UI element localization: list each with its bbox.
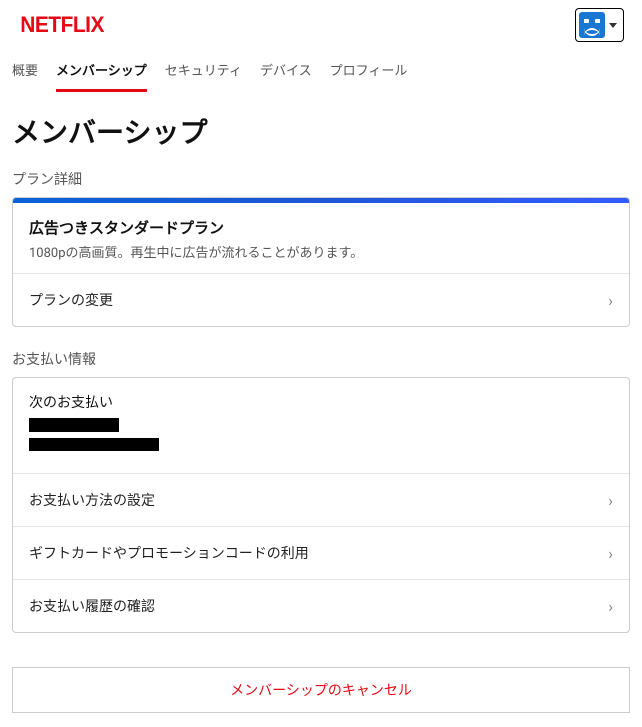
tab-overview[interactable]: 概要 — [12, 60, 38, 92]
plan-card: 広告つきスタンダードプラン 1080pの高画質。再生中に広告が流れることがありま… — [12, 197, 630, 327]
payment-history-label: お支払い履歴の確認 — [29, 596, 155, 616]
caret-down-icon — [609, 23, 617, 28]
payment-history-row[interactable]: お支払い履歴の確認 › — [13, 579, 629, 632]
plan-desc: 1080pの高画質。再生中に広告が流れることがあります。 — [29, 242, 613, 261]
change-plan-label: プランの変更 — [29, 290, 113, 310]
redacted-value — [29, 438, 159, 451]
manage-payment-row[interactable]: お支払い方法の設定 › — [13, 473, 629, 526]
plan-name: 広告つきスタンダードプラン — [29, 217, 613, 238]
cancel-section: メンバーシップのキャンセル — [0, 667, 642, 727]
tab-devices[interactable]: デバイス — [260, 60, 312, 92]
manage-payment-label: お支払い方法の設定 — [29, 490, 155, 510]
chevron-right-icon: › — [608, 544, 613, 563]
nav-tabs: 概要 メンバーシップ セキュリティ デバイス プロフィール — [0, 48, 642, 93]
gift-promo-label: ギフトカードやプロモーションコードの利用 — [29, 543, 309, 563]
main-content: メンバーシップ プラン詳細 広告つきスタンダードプラン 1080pの高画質。再生… — [0, 93, 642, 667]
payment-section-label: お支払い情報 — [12, 349, 630, 369]
plan-card-head: 広告つきスタンダードプラン 1080pの高画質。再生中に広告が流れることがありま… — [13, 203, 629, 273]
netflix-logo[interactable]: NETFLIX — [20, 12, 104, 38]
tab-membership[interactable]: メンバーシップ — [56, 60, 147, 92]
payment-card: 次のお支払い お支払い方法の設定 › ギフトカードやプロモーションコードの利用 … — [12, 377, 630, 633]
cancel-membership-button[interactable]: メンバーシップのキャンセル — [12, 667, 630, 713]
avatar-icon — [579, 12, 605, 38]
next-payment-label: 次のお支払い — [29, 392, 613, 412]
change-plan-row[interactable]: プランの変更 › — [13, 273, 629, 326]
header: NETFLIX — [0, 0, 642, 48]
page-title: メンバーシップ — [12, 111, 630, 151]
redacted-value — [29, 418, 119, 432]
chevron-right-icon: › — [608, 491, 613, 510]
chevron-right-icon: › — [608, 291, 613, 310]
tab-profile[interactable]: プロフィール — [330, 60, 408, 92]
payment-card-head: 次のお支払い — [13, 378, 629, 473]
profile-menu[interactable] — [575, 8, 624, 42]
plan-section-label: プラン詳細 — [12, 169, 630, 189]
chevron-right-icon: › — [608, 597, 613, 616]
tab-security[interactable]: セキュリティ — [165, 60, 242, 92]
gift-promo-row[interactable]: ギフトカードやプロモーションコードの利用 › — [13, 526, 629, 579]
